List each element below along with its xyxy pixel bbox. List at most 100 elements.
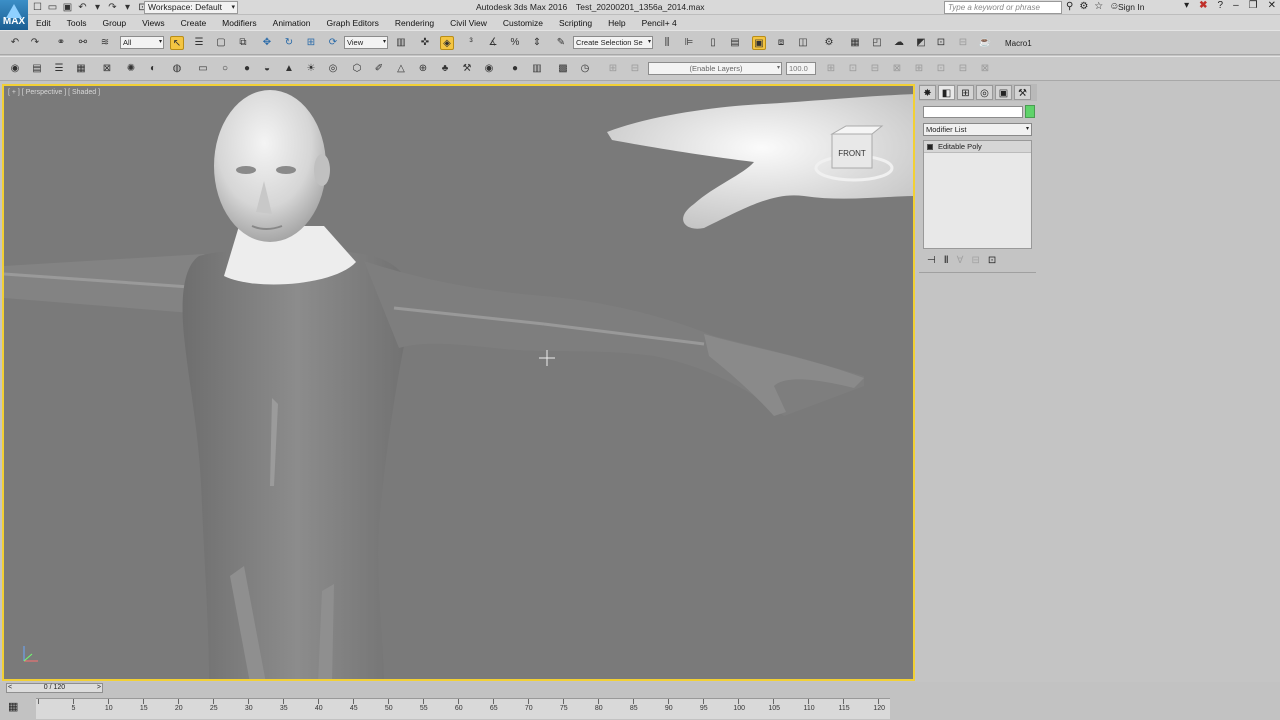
teapot-icon[interactable]: ☕	[978, 36, 992, 50]
close-window-icon[interactable]: ✕	[1268, 0, 1276, 11]
dot-icon[interactable]: ●	[240, 62, 254, 76]
select-object-icon[interactable]: ↖	[170, 36, 184, 50]
sphere-icon[interactable]: ○	[218, 62, 232, 76]
keyboard-shortcut-toggle-icon[interactable]: ◈	[440, 36, 454, 50]
select-by-name-icon[interactable]: ☰	[192, 36, 206, 50]
globe-icon[interactable]: ⊕	[416, 62, 430, 76]
percent-snap-icon[interactable]: %	[508, 36, 522, 50]
snaps-toggle-icon[interactable]: ³	[464, 36, 478, 50]
schematic-view-icon[interactable]: ⧈	[774, 36, 788, 50]
select-manipulate-icon[interactable]: ✜	[418, 36, 432, 50]
layer-dropdown[interactable]: (Enable Layers) ▾	[648, 62, 782, 75]
exchange-icon[interactable]: ✖	[1199, 0, 1207, 11]
menu-item-customize[interactable]: Customize	[495, 18, 551, 28]
new-file-icon[interactable]: ☐	[32, 2, 43, 13]
menu-item-graph-editors[interactable]: Graph Editors	[318, 18, 386, 28]
clock-icon[interactable]: ◷	[578, 62, 592, 76]
star-icon[interactable]: ☆	[1094, 1, 1103, 12]
menu-item-create[interactable]: Create	[173, 18, 215, 28]
link-icon[interactable]: ⚭	[54, 36, 68, 50]
menu-item-rendering[interactable]: Rendering	[387, 18, 442, 28]
teapot-obj-icon[interactable]: ◒	[260, 62, 274, 76]
a360-icon[interactable]: ⊟	[956, 36, 970, 50]
object-name-field[interactable]	[923, 106, 1023, 118]
track-bar-ruler[interactable]: 5 10 15 20 25 30 35 40 45 50 55 60 65 70 75 80 85 90 95 100…	[36, 698, 890, 719]
named-selection-dropdown[interactable]: Create Selection Se ▾	[573, 36, 653, 49]
unlink-icon[interactable]: ⚯	[76, 36, 90, 50]
open-file-icon[interactable]: ▭	[47, 2, 58, 13]
undo-icon[interactable]: ↶	[77, 2, 88, 13]
layer-hide-icon[interactable]: ⊟	[868, 62, 882, 76]
move-icon[interactable]: ✥	[260, 36, 274, 50]
shaded-ball-icon[interactable]: ●	[508, 62, 522, 76]
stack-item[interactable]: Editable Poly	[924, 141, 1031, 153]
time-slider[interactable]: < 0 / 120 >	[6, 683, 103, 693]
bind-space-warp-icon[interactable]: ≋	[98, 36, 112, 50]
perspective-viewport[interactable]: FRONT [ + ] [ Perspective ] [ Shaded ]	[2, 84, 915, 681]
zoom-value-field[interactable]: 100.0	[786, 62, 816, 75]
track-bar-icon[interactable]: ▦	[8, 700, 18, 713]
modifier-list-dropdown[interactable]: Modifier List ▾	[923, 123, 1032, 136]
film-icon[interactable]: ▩	[556, 62, 570, 76]
place-icon[interactable]: ⟳	[326, 36, 340, 50]
tree-icon[interactable]: ♣	[438, 62, 452, 76]
minimize-window-icon[interactable]: –	[1233, 0, 1239, 11]
mirror-icon[interactable]: ⫼	[660, 36, 674, 50]
redo-dropdown-icon[interactable]: ▾	[122, 2, 133, 13]
menu-item-tools[interactable]: Tools	[59, 18, 95, 28]
render-grid-icon[interactable]: ▥	[530, 62, 544, 76]
rendered-frame-icon[interactable]: ▦	[848, 36, 862, 50]
object-color-swatch[interactable]	[1025, 105, 1035, 118]
menu-item-modifiers[interactable]: Modifiers	[214, 18, 264, 28]
render-activeshade-icon[interactable]: ◩	[914, 36, 928, 50]
camera-icon[interactable]: ⊠	[100, 62, 114, 76]
selection-filter-dropdown[interactable]: All ▾	[120, 36, 164, 49]
helper-icon[interactable]: ◐	[146, 62, 160, 76]
paint-icon[interactable]: ✐	[372, 62, 386, 76]
layer-add-icon[interactable]: ⊟	[628, 62, 642, 76]
bones-icon[interactable]: ⚒	[460, 62, 474, 76]
prev-frame-icon[interactable]: <	[8, 684, 12, 692]
layer-box-icon[interactable]: ⊠	[978, 62, 992, 76]
remove-modifier-icon[interactable]: ⊟	[971, 255, 979, 266]
make-unique-icon[interactable]: ∀	[957, 255, 964, 266]
layer-explorer-icon[interactable]: ▯	[706, 36, 720, 50]
workspace-dropdown[interactable]: Workspace: Default ▾	[144, 1, 238, 14]
redo-icon[interactable]: ↷	[107, 2, 118, 13]
layer-color-icon[interactable]: ⊡	[934, 62, 948, 76]
material-ball-icon[interactable]: ◉	[482, 62, 496, 76]
grid-icon[interactable]: ▦	[74, 62, 88, 76]
undo-icon[interactable]: ↶	[8, 36, 22, 50]
spacewarp-icon[interactable]: ◍	[170, 62, 184, 76]
layer-tool-icon[interactable]: ⊞	[606, 62, 620, 76]
sun-icon[interactable]: ☀	[304, 62, 318, 76]
rectangular-selection-icon[interactable]: ▢	[214, 36, 228, 50]
scene-explorer-icon[interactable]: ▤	[30, 62, 44, 76]
angle-snap-icon[interactable]: ∡	[486, 36, 500, 50]
align-icon[interactable]: ⊫	[682, 36, 696, 50]
window-crossing-icon[interactable]: ⧉	[236, 36, 250, 50]
save-icon[interactable]: ▣	[62, 2, 73, 13]
spinner-snap-icon[interactable]: ⇕	[530, 36, 544, 50]
box-icon[interactable]: ▭	[196, 62, 210, 76]
minimize-icon[interactable]: ▾	[1184, 0, 1189, 11]
search-input[interactable]: Type a keyword or phrase	[944, 1, 1062, 14]
material-editor-icon[interactable]: ◫	[796, 36, 810, 50]
modify-tab-icon[interactable]: ◧	[938, 85, 955, 100]
next-frame-icon[interactable]: >	[97, 684, 101, 692]
reference-coordinate-dropdown[interactable]: View ▾	[344, 36, 388, 49]
layers-icon[interactable]: ☰	[52, 62, 66, 76]
cone-icon[interactable]: ▲	[282, 62, 296, 76]
render-production-icon[interactable]: ◰	[870, 36, 884, 50]
menu-item-pencil-4[interactable]: Pencil+ 4	[634, 18, 685, 28]
utilities-tab-icon[interactable]: ⚒	[1014, 85, 1031, 100]
render-online-icon[interactable]: ⊡	[934, 36, 948, 50]
menu-item-help[interactable]: Help	[600, 18, 633, 28]
light-icon[interactable]: ✺	[124, 62, 138, 76]
subscription-icon[interactable]: ⚙	[1079, 1, 1088, 12]
motion-tab-icon[interactable]: ◎	[976, 85, 993, 100]
menu-item-views[interactable]: Views	[134, 18, 173, 28]
edit-named-selections-icon[interactable]: ✎	[554, 36, 568, 50]
layer-render-icon[interactable]: ⊞	[912, 62, 926, 76]
display-tab-icon[interactable]: ▣	[995, 85, 1012, 100]
